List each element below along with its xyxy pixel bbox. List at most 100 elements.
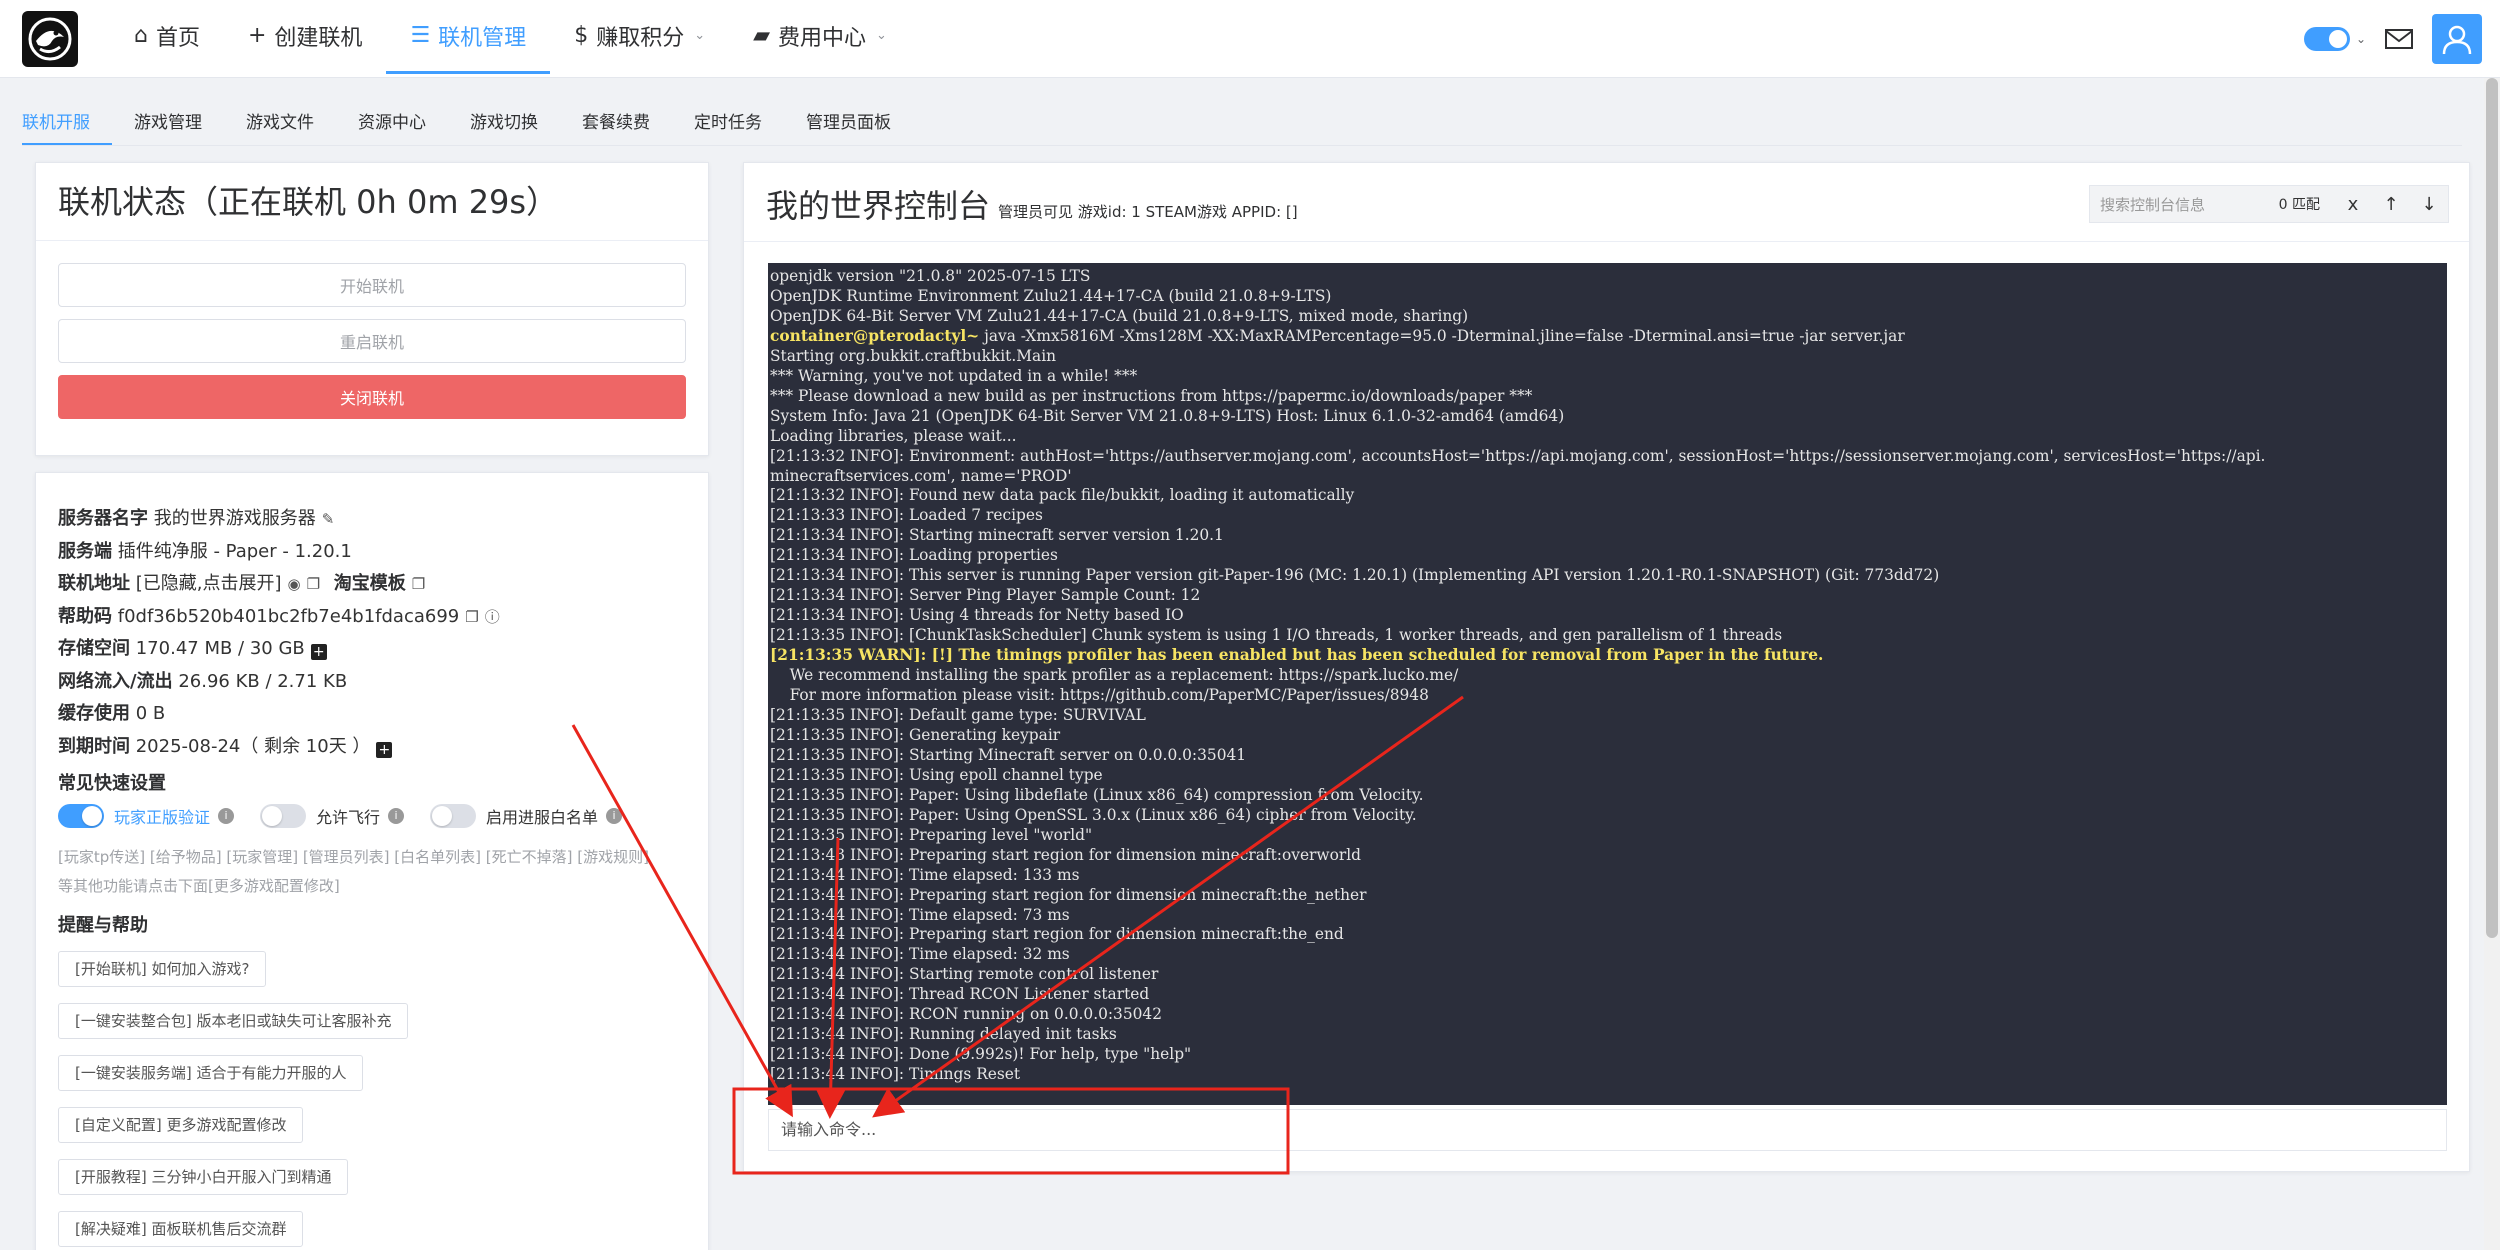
plus-square-icon[interactable]: +	[310, 644, 327, 660]
search-next-icon[interactable]: ↓	[2410, 194, 2448, 215]
console-line: [21:13:44 INFO]: Timings Reset	[770, 1065, 2445, 1085]
help-item: [一键安装服务端] 适合于有能力开服的人	[58, 1055, 686, 1107]
console-line: [21:13:35 INFO]: Preparing level "world"	[770, 826, 2445, 846]
user-avatar-button[interactable]	[2432, 14, 2482, 64]
feature-links: [玩家tp传送] [给予物品] [玩家管理] [管理员列表] [白名单列表] […	[58, 843, 686, 901]
console-line-text: *** Please download a new build as per i…	[770, 386, 1533, 405]
sub-tab[interactable]: 游戏管理	[112, 100, 224, 145]
status-title: 联机状态（正在联机 0h 0m 29s）	[36, 163, 708, 241]
console-subtitle: 管理员可见 游戏id: 1 STEAM游戏 APPID: []	[998, 203, 1298, 221]
app-logo[interactable]	[22, 11, 78, 67]
nav-item[interactable]: + 创建联机	[224, 0, 386, 74]
sub-tab[interactable]: 游戏切换	[448, 100, 560, 145]
info-icon[interactable]: i	[388, 808, 405, 824]
info-icon[interactable]: i	[218, 808, 235, 824]
console-line-text: openjdk version "21.0.8" 2025-07-15 LTS	[770, 267, 1091, 285]
console-line-text: [21:13:44 INFO]: Time elapsed: 133 ms	[770, 865, 1080, 884]
sub-tab[interactable]: 资源中心	[336, 100, 448, 145]
scrollbar-thumb[interactable]	[2486, 78, 2498, 938]
moon-icon	[2328, 30, 2347, 48]
console-line: [21:13:44 INFO]: Preparing start region …	[770, 925, 2445, 945]
server-name-value: 我的世界游戏服务器	[153, 508, 316, 529]
command-input[interactable]: 请输入命令...	[768, 1109, 2447, 1151]
toggle-switch[interactable]	[260, 804, 307, 828]
console-line-text: [21:13:35 WARN]: [!] The timings profile…	[770, 646, 1824, 665]
console-line-text: [21:13:43 INFO]: Preparing start region …	[770, 845, 1361, 864]
help-item: [解决疑难] 面板联机售后交流群	[58, 1211, 686, 1250]
stop-server-button[interactable]: 关闭联机	[58, 375, 686, 419]
nav-item[interactable]: ☰ 联机管理	[386, 0, 551, 74]
console-line: [21:13:35 INFO]: Paper: Using libdeflate…	[770, 786, 2445, 806]
console-line: OpenJDK 64-Bit Server VM Zulu21.44+17-CA…	[770, 307, 2445, 327]
main-nav: ⌂ 首页 + 创建联机 ☰ 联机管理 $ 赚取积分 ⌄ ▰ 费用中心 ⌄	[110, 0, 911, 78]
copy-icon[interactable]: ❐	[307, 568, 320, 601]
console-line: Loading libraries, please wait...	[770, 427, 2445, 447]
help-button[interactable]: [自定义配置] 更多游戏配置修改	[58, 1107, 304, 1143]
taobao-template-link[interactable]: 淘宝模板	[334, 573, 406, 594]
help-button[interactable]: [一键安装整合包] 版本老旧或缺失可让客服补充	[58, 1003, 409, 1039]
console-line-text: [21:13:35 INFO]: Using epoll channel typ…	[770, 765, 1103, 784]
console-line-text: [21:13:35 INFO]: Starting Minecraft serv…	[770, 745, 1247, 764]
feature-links-line[interactable]: 等其他功能请点击下面[更多游戏配置修改]	[58, 872, 686, 901]
console-line-text: *** Warning, you've not updated in a whi…	[770, 366, 1138, 385]
network-value: 26.96 KB / 2.71 KB	[178, 670, 348, 692]
eye-icon[interactable]: ◉	[288, 568, 301, 601]
console-line-text: [21:13:35 INFO]: [ChunkTaskScheduler] Ch…	[770, 626, 1783, 645]
restart-server-button[interactable]: 重启联机	[58, 319, 686, 363]
help-button[interactable]: [开始联机] 如何加入游戏?	[58, 951, 267, 987]
info-icon[interactable]: ⓘ	[485, 601, 500, 634]
console-search-input[interactable]: 搜索控制台信息	[2090, 194, 2279, 215]
console-line-text: [21:13:35 INFO]: Preparing level "world"	[770, 825, 1093, 844]
sub-tab[interactable]: 联机开服	[22, 100, 112, 145]
console-line: [21:13:44 INFO]: Starting remote control…	[770, 965, 2445, 985]
console-line-text: [21:13:35 INFO]: Default game type: SURV…	[770, 705, 1146, 724]
console-line: System Info: Java 21 (OpenJDK 64-Bit Ser…	[770, 407, 2445, 427]
toggle-knob	[432, 806, 453, 826]
sub-tab[interactable]: 定时任务	[672, 100, 784, 145]
toggle-switch[interactable]	[58, 804, 104, 828]
theme-toggle[interactable]	[2303, 27, 2350, 51]
start-server-button[interactable]: 开始联机	[58, 263, 686, 307]
toggle-switch[interactable]	[430, 804, 477, 828]
copy-icon[interactable]: ❐	[412, 568, 425, 601]
divider	[744, 241, 2469, 242]
info-icon[interactable]: i	[606, 808, 623, 824]
console-line: [21:13:43 INFO]: Preparing start region …	[770, 846, 2445, 866]
nav-item[interactable]: $ 赚取积分 ⌄	[550, 0, 729, 74]
help-item: [一键安装整合包] 版本老旧或缺失可让客服补充	[58, 1003, 686, 1055]
theme-switch[interactable]: ⌄	[2303, 27, 2366, 51]
console-line-text: Starting org.bukkit.craftbukkit.Main	[770, 346, 1057, 365]
nav-item[interactable]: ▰ 费用中心 ⌄	[729, 0, 911, 74]
chevron-down-icon: ⌄	[2355, 32, 2366, 46]
sub-tab[interactable]: 游戏文件	[224, 100, 336, 145]
nav-item-label: 费用中心	[778, 25, 867, 51]
address-value[interactable]: [已隐藏,点击展开]	[136, 573, 282, 594]
sub-tab[interactable]: 管理员面板	[784, 100, 913, 145]
help-title: 提醒与帮助	[58, 915, 148, 936]
copy-icon[interactable]: ❐	[465, 601, 478, 634]
search-prev-icon[interactable]: ↑	[2372, 194, 2410, 215]
feature-links-line[interactable]: [玩家tp传送] [给予物品] [玩家管理] [管理员列表] [白名单列表] […	[58, 843, 686, 872]
console-line: [21:13:35 INFO]: [ChunkTaskScheduler] Ch…	[770, 626, 2445, 646]
sub-tab[interactable]: 套餐续费	[560, 100, 672, 145]
clear-search-icon[interactable]: x	[2334, 194, 2372, 215]
address-row: 联机地址 [已隐藏,点击展开] ◉ ❐ 淘宝模板 ❐	[58, 568, 686, 601]
mail-icon[interactable]	[2384, 27, 2414, 51]
console-line: [21:13:34 INFO]: Server Ping Player Samp…	[770, 586, 2445, 606]
database-icon: ☰	[410, 23, 431, 48]
help-item: [开服教程] 三分钟小白开服入门到精通	[58, 1159, 686, 1211]
chevron-down-icon: ⌄	[694, 28, 706, 43]
console-line: [21:13:35 INFO]: Paper: Using OpenSSL 3.…	[770, 806, 2445, 826]
nav-item[interactable]: ⌂ 首页	[110, 0, 224, 74]
page-scrollbar[interactable]	[2484, 78, 2500, 1250]
help-button[interactable]: [解决疑难] 面板联机售后交流群	[58, 1211, 304, 1247]
plus-square-icon[interactable]: +	[376, 741, 393, 758]
edit-icon[interactable]: ✎	[322, 503, 335, 536]
help-button[interactable]: [一键安装服务端] 适合于有能力开服的人	[58, 1055, 364, 1091]
help-button[interactable]: [开服教程] 三分钟小白开服入门到精通	[58, 1159, 349, 1195]
server-type-row: 服务端 插件纯净服 - Paper - 1.20.1	[58, 540, 352, 562]
console-line-text: [21:13:35 INFO]: Generating keypair	[770, 725, 1061, 744]
console-line-text: [21:13:44 INFO]: Time elapsed: 73 ms	[770, 905, 1070, 924]
console-line: [21:13:44 INFO]: Time elapsed: 32 ms	[770, 945, 2445, 965]
console-output[interactable]: openjdk version "21.0.8" 2025-07-15 LTS O…	[768, 263, 2447, 1105]
